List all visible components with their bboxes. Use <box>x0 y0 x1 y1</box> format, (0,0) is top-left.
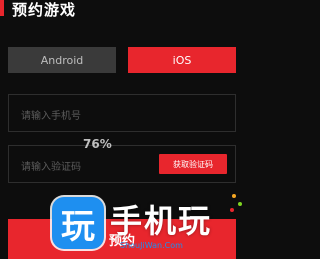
tab-ios[interactable]: iOS <box>128 47 236 73</box>
header-accent-bar <box>0 0 4 16</box>
code-input-placeholder: 请输入验证码 <box>21 162 81 173</box>
page-title: 预约游戏 <box>12 1 77 19</box>
phone-input[interactable]: 请输入手机号 <box>8 94 236 132</box>
get-code-button[interactable]: 获取验证码 <box>159 154 227 174</box>
tab-android[interactable]: Android <box>8 47 116 73</box>
loading-progress: 76% <box>83 137 112 151</box>
phone-input-placeholder: 请输入手机号 <box>21 111 81 122</box>
verification-code-input[interactable]: 请输入验证码 获取验证码 <box>8 145 236 183</box>
reserve-button[interactable]: 预约 <box>8 219 236 259</box>
